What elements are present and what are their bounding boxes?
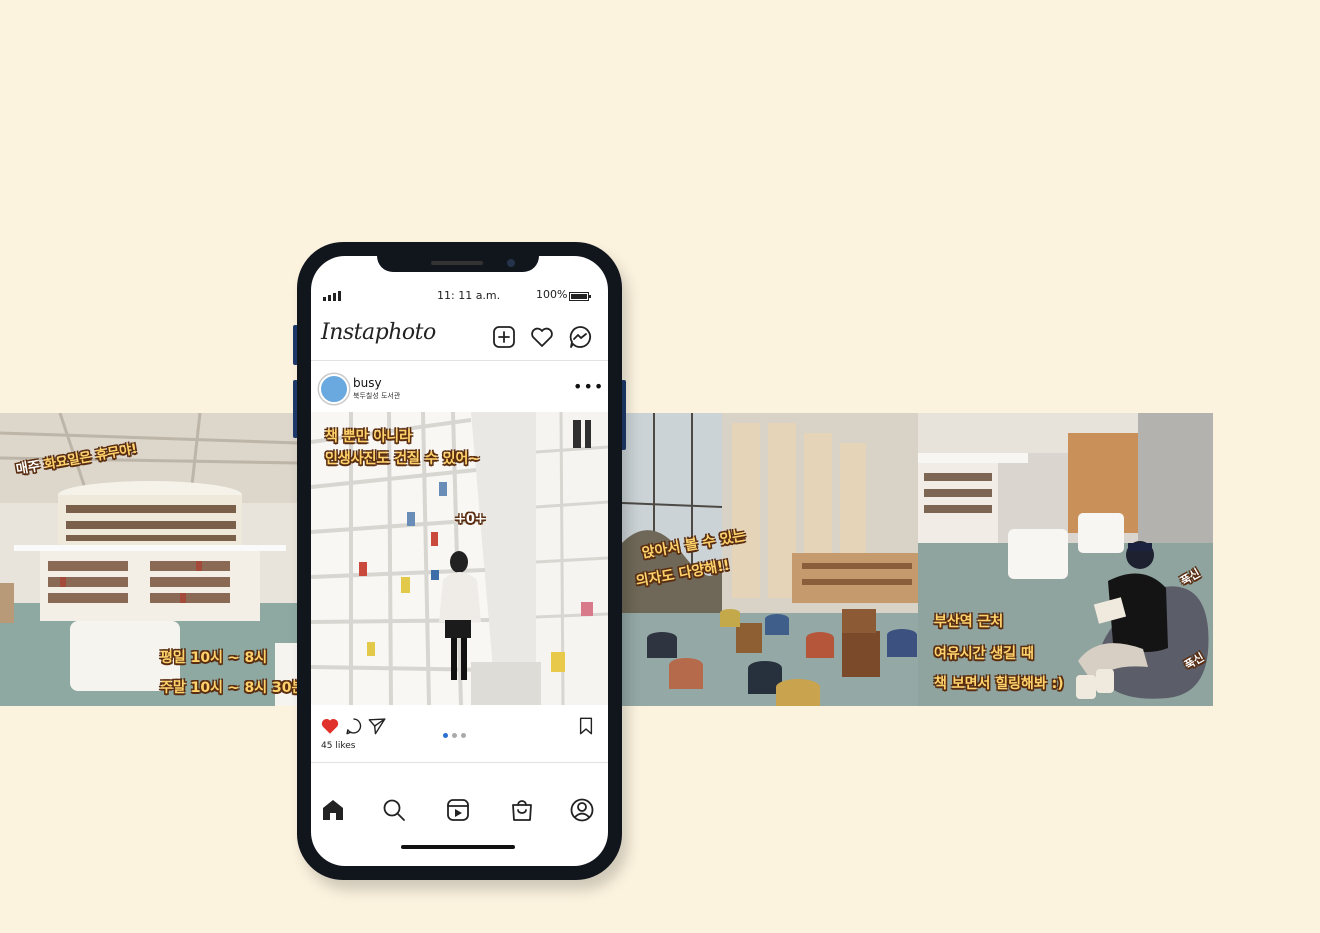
messenger-icon[interactable]	[567, 324, 593, 350]
shop-icon[interactable]	[509, 797, 535, 823]
post-location[interactable]: 북두칠성 도서관	[353, 391, 400, 401]
speaker-grille	[431, 261, 483, 265]
bookmark-icon[interactable]	[577, 716, 595, 736]
phone-screen: 11: 11 a.m. 100% Instaphoto busy 북두칠성 도서…	[311, 256, 608, 866]
avatar[interactable]	[319, 374, 349, 404]
status-bar: 11: 11 a.m. 100%	[311, 286, 608, 306]
search-icon[interactable]	[381, 797, 407, 823]
photo-reading-beanbag: 부산역 근처 여유시간 생길 때 책 보면서 힐링해봐 :) 푹신 푹신	[918, 413, 1213, 706]
profile-icon[interactable]	[569, 797, 595, 823]
carousel-dot-2[interactable]	[452, 733, 457, 738]
carousel-dot-1[interactable]	[443, 733, 448, 738]
heart-icon[interactable]	[529, 324, 555, 350]
bottom-nav	[311, 762, 608, 866]
photo-library-rotunda: 매주 화요일은 휴무야! 평일 10시 ~ 8시 주말 10시 ~ 8시 30분	[0, 413, 298, 706]
phone-mockup: 11: 11 a.m. 100% Instaphoto busy 북두칠성 도서…	[297, 242, 622, 880]
post-sticker: +0+	[455, 512, 486, 527]
battery-icon	[569, 292, 591, 301]
comment-icon[interactable]	[344, 716, 364, 736]
phone-notch	[377, 256, 539, 272]
weekend-hours: 주말 10시 ~ 8시 30분	[160, 680, 298, 696]
post-caption-line2: 인생사진도 건질 수 있어~	[325, 451, 481, 467]
camera-icon	[507, 259, 515, 267]
weekday-hours: 평일 10시 ~ 8시	[160, 650, 268, 666]
photo-seating-area: 앉아서 볼 수 있는 의자도 다양해!!	[622, 413, 918, 706]
reels-icon[interactable]	[445, 797, 471, 823]
new-post-icon[interactable]	[491, 324, 517, 350]
location-note-line1: 부산역 근처	[934, 614, 1004, 630]
share-icon[interactable]	[367, 716, 387, 736]
likes-count: 45 likes	[321, 741, 356, 751]
home-indicator	[401, 845, 515, 849]
app-header: Instaphoto	[311, 314, 608, 361]
signal-icon	[323, 291, 341, 301]
carousel-dot-3[interactable]	[461, 733, 466, 738]
post-actions: 45 likes	[311, 713, 608, 763]
battery-percent: 100%	[536, 288, 568, 301]
carousel-indicator	[443, 723, 470, 742]
post-username[interactable]: busy	[353, 376, 382, 390]
post-header: busy 북두칠성 도서관 •••	[311, 368, 608, 412]
more-options-icon[interactable]: •••	[573, 377, 604, 396]
status-time: 11: 11 a.m.	[437, 289, 501, 302]
post-image[interactable]: 책 뿐만 아니라 인생사진도 건질 수 있어~ +0+	[311, 412, 608, 705]
home-icon[interactable]	[320, 797, 346, 823]
app-logo: Instaphoto	[321, 320, 436, 345]
location-note-line3: 책 보면서 힐링해봐 :)	[934, 676, 1064, 692]
like-icon[interactable]	[320, 716, 340, 736]
post-caption-line1: 책 뿐만 아니라	[325, 429, 413, 445]
location-note-line2: 여유시간 생길 때	[934, 646, 1034, 662]
